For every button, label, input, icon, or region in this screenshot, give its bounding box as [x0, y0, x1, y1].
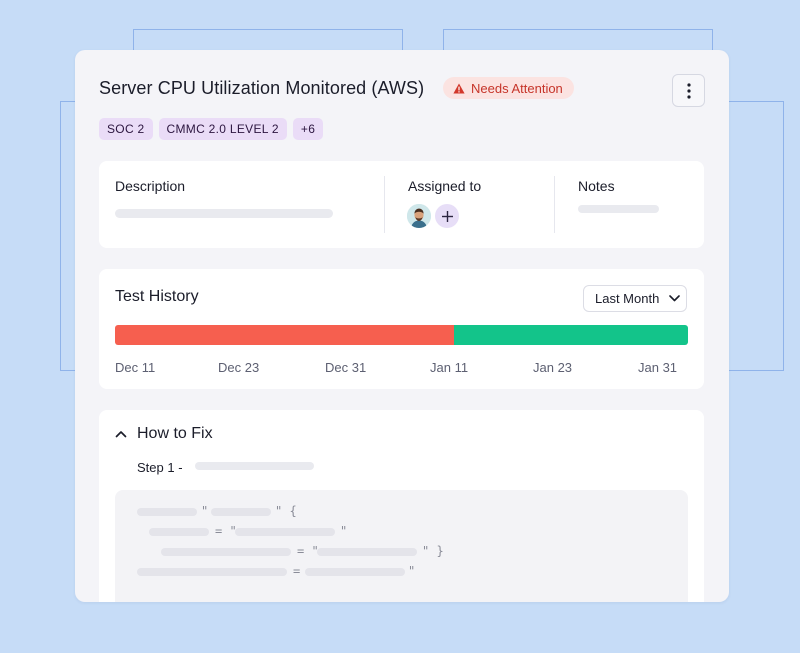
code-placeholder: [235, 528, 335, 536]
test-history-bar[interactable]: [115, 325, 688, 345]
date-tick: Jan 31: [638, 360, 678, 375]
date-axis: Dec 11 Dec 23 Dec 31 Jan 11 Jan 23 Jan 3…: [115, 360, 688, 376]
more-options-button[interactable]: [672, 74, 705, 107]
code-symbol: ": [201, 504, 209, 518]
date-tick: Jan 23: [533, 360, 573, 375]
assigned-to-label: Assigned to: [408, 178, 482, 194]
how-to-fix-title[interactable]: How to Fix: [137, 425, 213, 443]
how-to-fix-panel: How to Fix Step 1 - " " { = " " = " " } …: [99, 410, 704, 602]
date-tick: Dec 23: [218, 360, 260, 375]
date-range-dropdown[interactable]: Last Month: [583, 285, 687, 312]
page-title: Server CPU Utilization Monitored (AWS): [99, 78, 425, 98]
code-placeholder: [211, 508, 271, 516]
passing-segment[interactable]: [454, 325, 688, 345]
date-tick: Dec 11: [115, 360, 156, 375]
tag-soc2[interactable]: SOC 2: [99, 118, 153, 140]
status-badge-label: Needs Attention: [471, 80, 563, 96]
code-block: " " { = " " = " " } = ": [115, 490, 688, 602]
code-symbol: ": [408, 564, 416, 578]
code-placeholder: [317, 548, 417, 556]
control-detail-card: Server CPU Utilization Monitored (AWS) N…: [75, 50, 729, 602]
code-placeholder: [137, 568, 287, 576]
code-symbol: " }: [422, 544, 444, 558]
description-label: Description: [115, 178, 186, 194]
date-tick: Jan 11: [430, 360, 469, 375]
kebab-menu-icon: [686, 82, 691, 99]
tag-more-count[interactable]: +6: [292, 118, 324, 140]
tag-cmmc[interactable]: CMMC 2.0 LEVEL 2: [158, 118, 287, 140]
avatar[interactable]: [407, 204, 431, 228]
test-history-panel: Test History Last Month Dec 11 Dec 23 De…: [99, 269, 704, 389]
code-symbol: =: [293, 564, 301, 578]
code-placeholder: [137, 508, 197, 516]
warning-triangle-icon: [453, 83, 465, 93]
code-symbol: = ": [297, 544, 319, 558]
chevron-up-icon[interactable]: [115, 430, 127, 438]
divider: [554, 176, 555, 233]
code-symbol: = ": [215, 524, 237, 538]
add-assignee-button[interactable]: [435, 204, 459, 228]
step-label: Step 1 -: [137, 460, 183, 475]
notes-placeholder: [578, 205, 659, 213]
code-symbol: ": [340, 524, 348, 538]
chevron-down-icon: [669, 295, 681, 302]
user-avatar-icon: [407, 204, 431, 228]
description-placeholder: [115, 209, 333, 218]
code-placeholder: [305, 568, 405, 576]
step-placeholder: [195, 462, 314, 470]
date-tick: Dec 31: [325, 360, 367, 375]
status-badge: Needs Attention: [443, 77, 574, 99]
code-placeholder: [161, 548, 291, 556]
notes-label: Notes: [578, 178, 615, 194]
code-symbol: " {: [275, 504, 297, 518]
code-placeholder: [149, 528, 209, 536]
date-range-value: Last Month: [595, 291, 660, 306]
failing-segment[interactable]: [115, 325, 455, 345]
test-history-title: Test History: [115, 288, 199, 305]
plus-icon: [441, 210, 453, 222]
framework-tags: SOC 2 CMMC 2.0 LEVEL 2 +6: [99, 118, 324, 140]
info-panel: Description Assigned to Notes: [99, 161, 704, 248]
divider: [384, 176, 385, 233]
